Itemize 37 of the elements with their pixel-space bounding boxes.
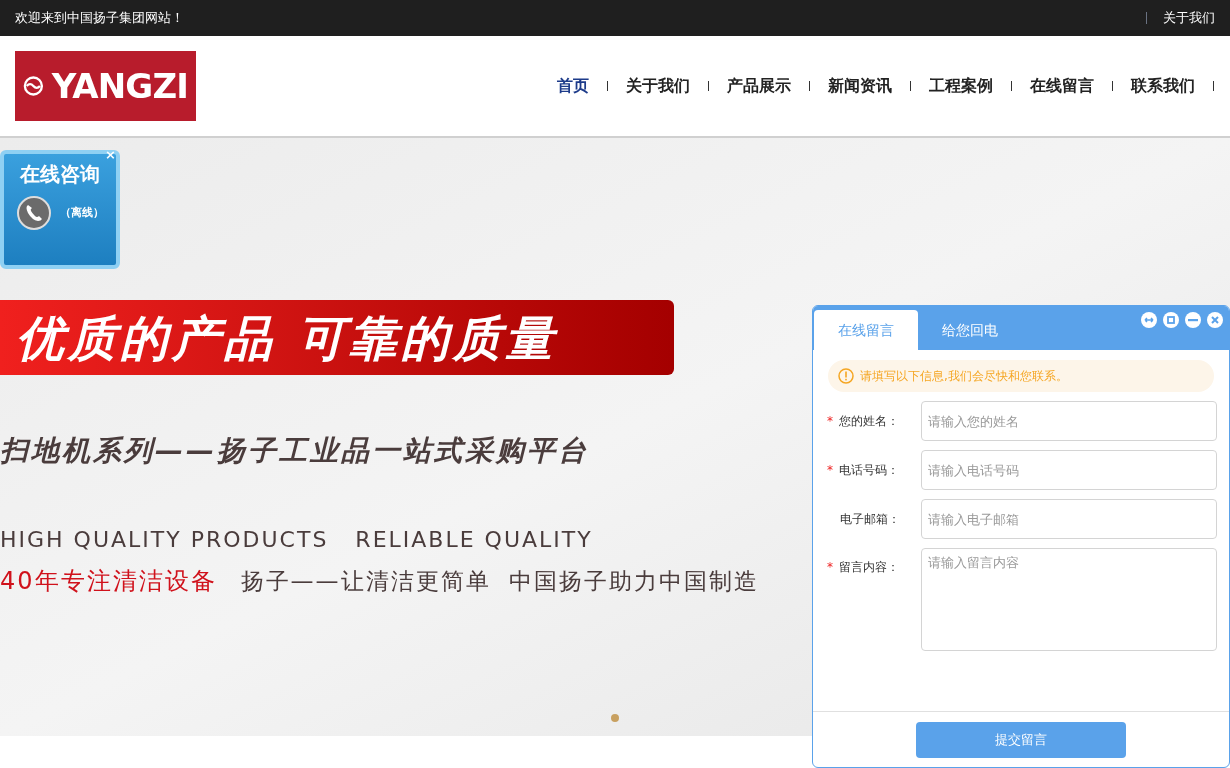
nav-link[interactable]: 产品展示: [709, 74, 809, 98]
nav-link[interactable]: 工程案例: [911, 74, 1011, 98]
nav-link[interactable]: 关于我们: [608, 74, 708, 98]
text-input[interactable]: 请输入电子邮箱: [921, 499, 1217, 539]
close-icon[interactable]: [1207, 312, 1223, 328]
consult-status: （离线）: [60, 204, 104, 221]
consult-title: 在线咨询: [20, 162, 100, 187]
text-input[interactable]: 请输入您的姓名: [921, 401, 1217, 441]
nav-link[interactable]: 联系我们: [1113, 74, 1213, 98]
banner-highlight: 40年专注清洁设备: [0, 569, 217, 593]
notice-text: 请填写以下信息,我们会尽快和您联系。: [860, 368, 1068, 385]
headline-text: 优质的产品 可靠的质量: [16, 308, 557, 368]
maximize-icon[interactable]: [1163, 312, 1179, 328]
field-label: 电子邮箱：: [839, 511, 900, 528]
welcome-text: 欢迎来到中国扬子集团网站！: [15, 9, 184, 28]
nav-link[interactable]: 在线留言: [1012, 74, 1112, 98]
required-mark: *: [827, 559, 833, 576]
nav-link[interactable]: 新闻资讯: [810, 74, 910, 98]
warning-icon: [838, 368, 854, 384]
top-bar-link[interactable]: 关于我们: [1163, 8, 1215, 28]
phone-icon: [16, 195, 52, 231]
message-textarea[interactable]: 请输入留言内容: [920, 548, 1217, 651]
nav-link[interactable]: 首页: [539, 74, 607, 98]
field-label: 留言内容：: [839, 559, 899, 576]
field-label: 您的姓名：: [839, 413, 899, 430]
text-input[interactable]: 请输入电话号码: [921, 450, 1217, 490]
banner-subtitle: 扫地机系列——扬子工业品一站式采购平台: [0, 437, 590, 465]
resize-icon[interactable]: [1141, 312, 1157, 328]
consult-widget[interactable]: 在线咨询 （离线） ×: [0, 150, 120, 269]
required-mark: *: [827, 413, 833, 430]
field-label: 电话号码：: [839, 462, 899, 479]
company-logo[interactable]: YANGZI: [15, 51, 196, 121]
banner-slogan: 扬子——让清洁更简单 中国扬子助力中国制造: [240, 569, 760, 593]
logo-text: YANGZI: [51, 69, 188, 103]
required-mark: *: [827, 462, 833, 479]
minimize-icon[interactable]: [1185, 312, 1201, 328]
banner-english-text: HIGH QUALITY PRODUCTS RELIABLE QUALITY: [0, 529, 594, 551]
